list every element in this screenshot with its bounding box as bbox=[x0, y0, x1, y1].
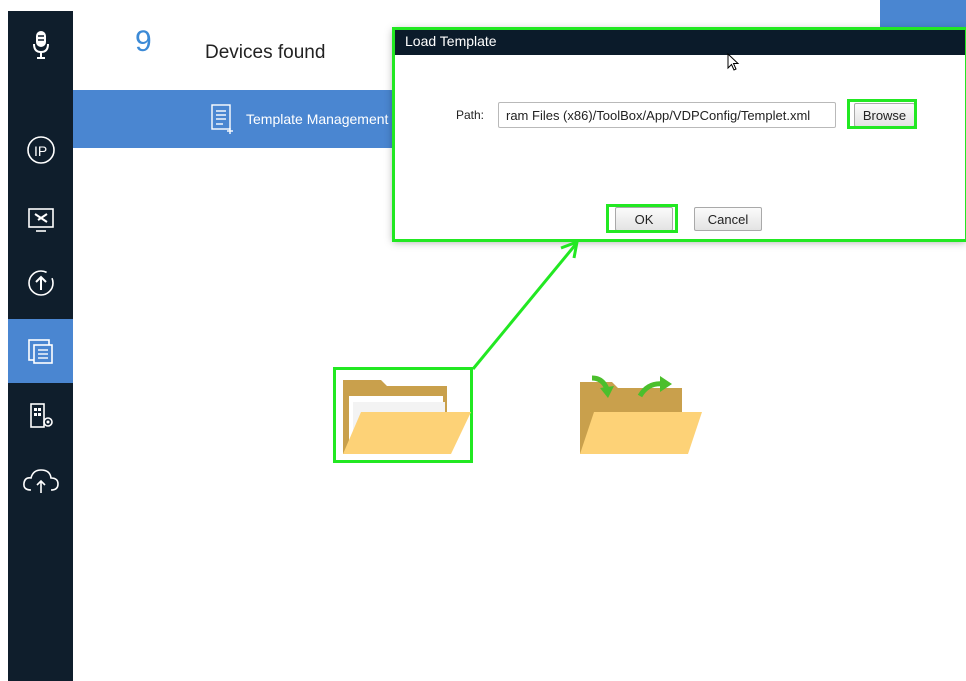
folder-transfer-icon[interactable] bbox=[578, 374, 702, 456]
annotation-arrow bbox=[471, 239, 579, 370]
open-folder-icon[interactable] bbox=[339, 376, 471, 458]
mouse-cursor-icon bbox=[727, 53, 740, 71]
